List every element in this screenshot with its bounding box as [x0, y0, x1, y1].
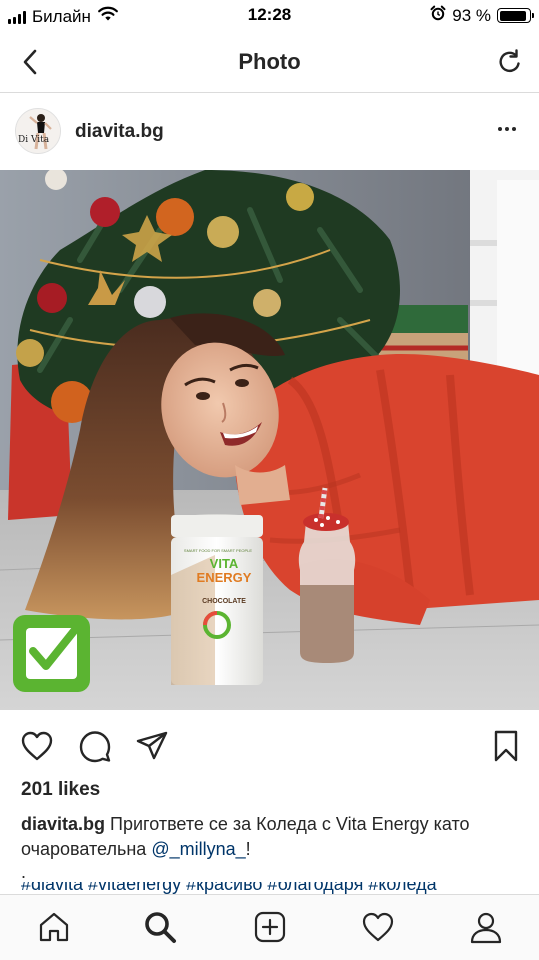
caption-username[interactable]: diavita.bg [21, 814, 105, 834]
caption-mention[interactable]: @_millyna_ [151, 839, 245, 859]
avatar[interactable]: Di Vita [15, 108, 61, 154]
post-header: Di Vita diavita.bg [0, 94, 539, 170]
avatar-logo-text: Di Vita [18, 135, 50, 145]
navigation-bar: Photo [0, 32, 539, 93]
like-button[interactable] [19, 728, 55, 764]
search-icon [145, 912, 176, 943]
battery-level [499, 10, 527, 21]
product-brand-tagline: SMART FOOD FOR SMART PEOPLE [183, 548, 253, 553]
hashtags-text[interactable]: #diavita #vitaenergy #красиво #благодаря… [21, 882, 437, 894]
alarm-icon [430, 5, 446, 26]
profile-icon [470, 912, 502, 944]
chevron-left-icon [23, 49, 37, 75]
caption-dot: . [21, 862, 27, 882]
post-caption: diavita.bg Пригответе се за Коледа с Vit… [21, 812, 521, 862]
status-bar: Билайн 12:28 93 % [0, 0, 539, 32]
product-name-line2: ENERGY [196, 570, 252, 585]
home-icon [39, 912, 69, 942]
share-button[interactable] [134, 728, 170, 764]
post-photo[interactable]: SMART FOOD FOR SMART PEOPLE VITA ENERGY … [0, 170, 539, 710]
likes-count[interactable]: 201 likes [21, 779, 100, 801]
back-button[interactable] [14, 46, 46, 78]
add-post-icon [254, 911, 286, 943]
tab-new-post[interactable] [250, 907, 290, 947]
battery-percent: 93 % [452, 5, 491, 25]
status-right: 93 % [430, 5, 534, 26]
tab-bar [0, 894, 539, 960]
tab-activity[interactable] [358, 907, 398, 947]
more-dot [512, 127, 516, 131]
refresh-icon [499, 49, 520, 73]
post-image [0, 170, 539, 710]
product-flavor: CHOCOLATE [202, 598, 246, 605]
bookmark-icon [494, 730, 518, 762]
page-title: Photo [238, 49, 301, 74]
product-name-line1: VITA [209, 556, 239, 571]
tab-profile[interactable] [466, 907, 506, 947]
more-dot [498, 127, 502, 131]
refresh-button[interactable] [493, 45, 527, 79]
post-username[interactable]: diavita.bg [75, 121, 164, 143]
comment-button[interactable] [77, 728, 113, 764]
comment-icon [79, 731, 111, 763]
send-icon [136, 731, 168, 760]
tab-search[interactable] [140, 907, 180, 947]
battery-icon [497, 8, 534, 23]
tab-home[interactable] [34, 907, 74, 947]
more-options-button[interactable] [493, 119, 521, 139]
heart-icon [362, 912, 394, 942]
heart-outline-icon [21, 731, 53, 761]
more-dot [505, 127, 509, 131]
save-button[interactable] [488, 728, 524, 764]
post-actions [0, 722, 539, 768]
caption-end: ! [245, 839, 251, 859]
